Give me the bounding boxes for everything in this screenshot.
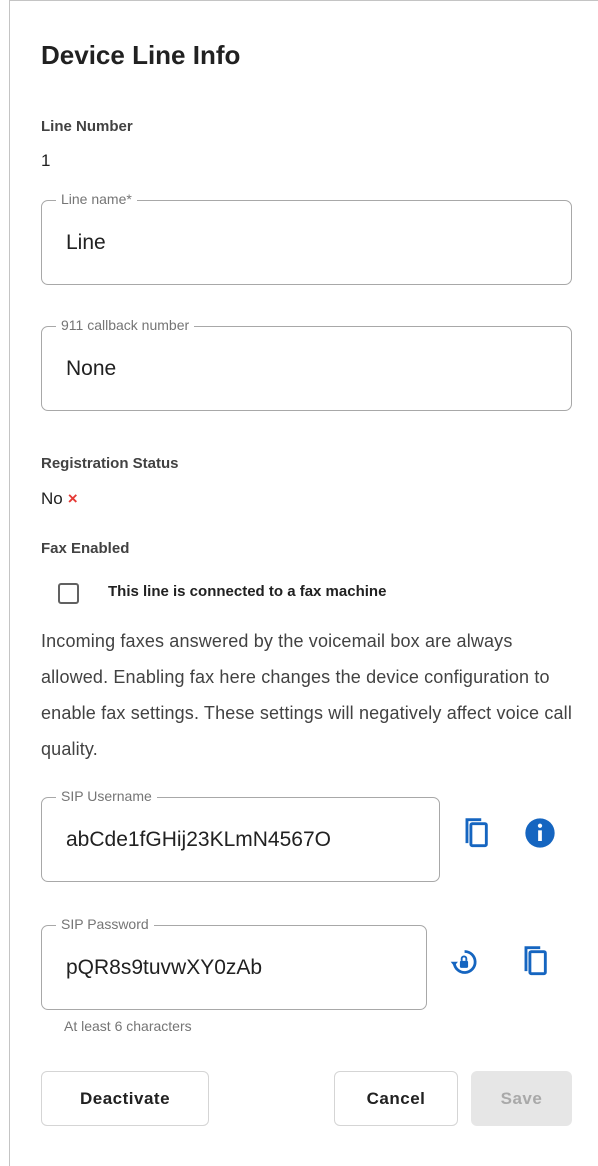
fax-description: Incoming faxes answered by the voicemail… [41,631,572,759]
registration-status-value: No × [41,489,78,509]
fax-checkbox-label[interactable]: This line is connected to a fax machine [108,583,386,600]
deactivate-button[interactable]: Deactivate [41,1071,209,1126]
copy-icon[interactable] [458,816,494,852]
lock-reset-icon[interactable] [446,944,482,980]
fax-enabled-label: Fax Enabled [41,540,130,557]
fax-checkbox[interactable] [58,583,79,604]
line-number-value: 1 [41,151,51,170]
sip-username-field[interactable]: SIP Username abCde1fGHij23KLmN4567O [41,788,440,882]
callback-911-field[interactable]: 911 callback number None [41,317,572,411]
close-icon: × [67,489,78,508]
save-button[interactable]: Save [471,1071,572,1126]
line-name-field[interactable]: Line name* Line [41,191,572,285]
registration-status-text: No [41,489,63,508]
sip-password-field[interactable]: SIP Password pQR8s9tuvwXY0zAb [41,916,427,1010]
cancel-button[interactable]: Cancel [334,1071,458,1126]
sip-username-input[interactable]: abCde1fGHij23KLmN4567O [66,798,331,881]
page-title: Device Line Info [41,40,241,70]
info-icon[interactable] [522,815,558,851]
copy-icon[interactable] [517,944,553,980]
sip-password-helper: At least 6 characters [64,1018,192,1034]
sip-password-input[interactable]: pQR8s9tuvwXY0zAb [66,926,262,1009]
registration-status-label: Registration Status [41,455,179,472]
callback-911-input[interactable]: None [66,327,116,410]
line-name-input[interactable]: Line [66,201,106,284]
line-number-label: Line Number [41,118,133,135]
